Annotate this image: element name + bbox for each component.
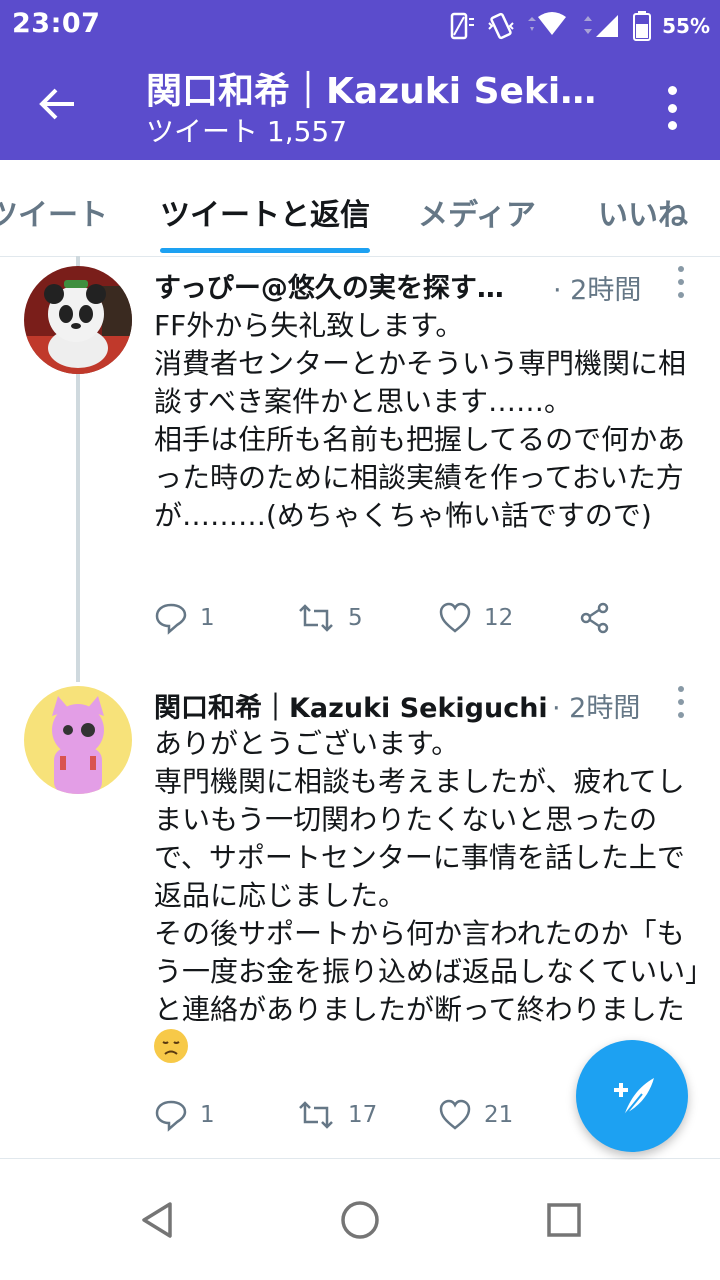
status-time: 23:07: [12, 8, 101, 39]
tweet-menu-button[interactable]: [674, 266, 688, 298]
like-button[interactable]: 12: [438, 601, 513, 635]
vibrate-icon: [488, 12, 514, 40]
panda-avatar-image: [24, 266, 132, 374]
tweet-text: ありがとうございます。 専門機関に相談も考えましたが、疲れてしまいもう一切関わり…: [154, 725, 702, 1067]
retweet-count: 17: [348, 1102, 378, 1128]
retweet-button[interactable]: 17: [296, 1098, 377, 1132]
reply-icon: [155, 1100, 187, 1132]
screen-rotate-icon: [450, 12, 475, 40]
system-nav-bar: [0, 1160, 720, 1280]
active-tab-indicator: [160, 248, 370, 253]
tweet-actions: 1 5 12: [154, 601, 674, 641]
profile-title: 関口和希｜Kazuki Seki…: [146, 71, 597, 112]
disappointed-face-emoji: [154, 1029, 188, 1063]
divider: [0, 1158, 720, 1159]
nav-recents-button[interactable]: [538, 1194, 590, 1246]
like-count: 12: [484, 605, 514, 631]
profile-tabs: ツイート ツイートと返信 メディア いいね: [0, 160, 720, 257]
status-bar: 23:07 55%: [0, 0, 720, 52]
triangle-back-icon: [142, 1202, 172, 1238]
like-button[interactable]: 21: [438, 1098, 513, 1132]
feather-plus-icon: [614, 1078, 654, 1117]
tweet-time: · 2時間: [552, 693, 641, 724]
avatar[interactable]: [24, 266, 132, 374]
reply-button[interactable]: 1: [154, 1098, 215, 1132]
battery-icon: [633, 11, 652, 41]
circle-home-icon: [341, 1201, 379, 1239]
heart-icon: [439, 602, 471, 633]
tab-tweets[interactable]: ツイート: [0, 190, 108, 234]
nav-back-button[interactable]: [132, 1194, 184, 1246]
tab-media[interactable]: メディア: [418, 190, 536, 234]
tweet-text-content: ありがとうございます。 専門機関に相談も考えましたが、疲れてしまいもう一切関わり…: [154, 727, 700, 1026]
retweet-count: 5: [348, 605, 363, 631]
signal-icon: [584, 15, 619, 37]
heart-icon: [439, 1099, 471, 1130]
tweet-menu-button[interactable]: [674, 686, 688, 718]
share-icon: [580, 602, 609, 634]
app-bar: 関口和希｜Kazuki Seki… ツイート 1,557: [0, 52, 720, 160]
status-icons: 55%: [446, 8, 710, 44]
retweet-button[interactable]: 5: [296, 601, 363, 635]
cat-avatar-image: [24, 686, 132, 794]
nav-home-button[interactable]: [334, 1194, 386, 1246]
reply-count: 1: [200, 605, 215, 631]
share-button[interactable]: [578, 601, 612, 635]
reply-icon: [155, 603, 187, 635]
tweet-text: FF外から失礼致します。 消費者センターとかそういう専門機関に相談すべき案件かと…: [154, 309, 687, 532]
compose-tweet-button[interactable]: [576, 1040, 688, 1152]
avatar[interactable]: [24, 686, 132, 794]
tweet-count: ツイート 1,557: [146, 115, 348, 148]
back-button[interactable]: [30, 76, 86, 132]
tab-likes[interactable]: いいね: [598, 190, 688, 234]
square-recents-icon: [547, 1203, 581, 1237]
wifi-icon: [528, 12, 567, 35]
retweet-icon: [299, 604, 333, 632]
battery-percent: 55%: [662, 14, 710, 38]
overflow-menu-button[interactable]: [660, 78, 684, 138]
reply-count: 1: [200, 1102, 215, 1128]
tab-tweets-and-replies[interactable]: ツイートと返信: [160, 190, 370, 234]
tweet-time: · 2時間: [553, 275, 642, 306]
app-header: 23:07 55% 関口和希｜Kazuki Seki… ツイート 1,557: [0, 0, 720, 160]
reply-button[interactable]: 1: [154, 601, 215, 635]
tweet-author[interactable]: すっぴー@悠久の実を探す…: [154, 266, 504, 305]
like-count: 21: [484, 1102, 514, 1128]
arrow-left-icon: [39, 88, 74, 120]
tweet-author[interactable]: 関口和希｜Kazuki Sekiguchi: [154, 686, 548, 725]
retweet-icon: [299, 1101, 333, 1129]
